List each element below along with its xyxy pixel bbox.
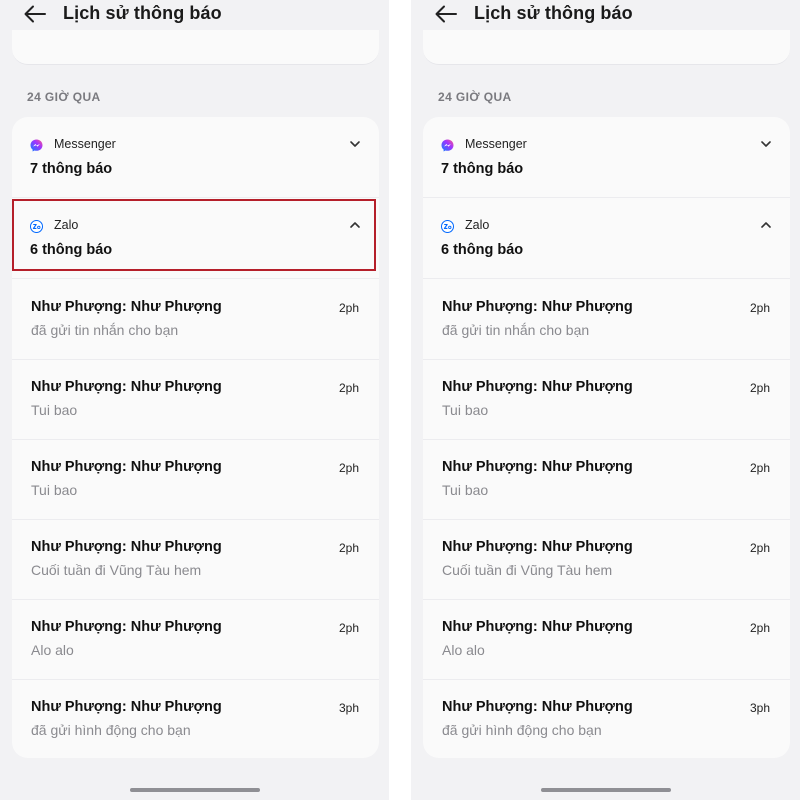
notification-time: 2ph: [749, 621, 770, 635]
header: Lịch sử thông báo: [0, 0, 389, 30]
notification-message: Tui bao: [442, 402, 489, 418]
notification-item[interactable]: Như Phượng: Như Phượng 2ph Alo alo: [12, 599, 379, 680]
home-indicator[interactable]: [540, 788, 671, 792]
notification-message: Cuối tuần đi Vũng Tàu hem: [31, 562, 202, 578]
notification-message: Cuối tuần đi Vũng Tàu hem: [442, 562, 613, 578]
notification-message: Alo alo: [442, 642, 485, 658]
notification-time: 2ph: [338, 301, 359, 315]
chevron-up-icon[interactable]: [349, 220, 361, 230]
notification-sender: Như Phượng: Như Phượng: [442, 299, 633, 315]
notification-sender: Như Phượng: Như Phượng: [31, 699, 222, 715]
notification-history-screen-left: Lịch sử thông báo 24 GIỜ QUA Messenger 7…: [0, 0, 389, 800]
notification-time: 3ph: [749, 701, 770, 715]
notification-message: đã gửi hình động cho bạn: [442, 722, 602, 738]
notification-card: Messenger 7 thông báo Zalo 6 thông báo N…: [12, 117, 379, 758]
app-name: Zalo: [54, 218, 79, 232]
previous-card: [423, 30, 790, 65]
notification-message: Tui bao: [31, 402, 78, 418]
notification-item[interactable]: Như Phượng: Như Phượng 3ph đã gửi hình đ…: [12, 679, 379, 758]
notification-message: Alo alo: [31, 642, 74, 658]
notification-message: đã gửi hình động cho bạn: [31, 722, 191, 738]
notification-item[interactable]: Như Phượng: Như Phượng 2ph Cuối tuần đi …: [12, 519, 379, 600]
app-group-messenger[interactable]: Messenger 7 thông báo: [423, 117, 790, 198]
notification-count: 6 thông báo: [441, 242, 524, 258]
arrow-left-icon[interactable]: [435, 5, 457, 23]
notification-item[interactable]: Như Phượng: Như Phượng 2ph Tui bao: [12, 439, 379, 520]
app-group-zalo[interactable]: Zalo 6 thông báo: [423, 198, 790, 279]
arrow-left-icon[interactable]: [24, 5, 46, 23]
app-group-zalo[interactable]: Zalo 6 thông báo: [12, 198, 379, 279]
notification-time: 2ph: [338, 541, 359, 555]
notification-item[interactable]: Như Phượng: Như Phượng 2ph Tui bao: [12, 359, 379, 440]
notification-history-screen-right: Lịch sử thông báo 24 GIỜ QUA Messenger 7…: [411, 0, 800, 800]
notification-sender: Như Phượng: Như Phượng: [442, 619, 633, 635]
messenger-icon: [30, 139, 43, 152]
notification-time: 2ph: [749, 541, 770, 555]
app-group-messenger[interactable]: Messenger 7 thông báo: [12, 117, 379, 198]
notification-item[interactable]: Như Phượng: Như Phượng 2ph Alo alo: [423, 599, 790, 680]
notification-sender: Như Phượng: Như Phượng: [31, 459, 222, 475]
messenger-icon: [441, 139, 454, 152]
notification-time: 3ph: [338, 701, 359, 715]
app-name: Zalo: [465, 218, 490, 232]
app-name: Messenger: [465, 137, 527, 151]
notification-count: 7 thông báo: [441, 161, 524, 177]
notification-message: đã gửi tin nhắn cho bạn: [442, 322, 590, 338]
notification-item[interactable]: Như Phượng: Như Phượng 2ph Tui bao: [423, 359, 790, 440]
chevron-down-icon[interactable]: [760, 139, 772, 149]
notification-time: 2ph: [338, 461, 359, 475]
app-name: Messenger: [54, 137, 116, 151]
header: Lịch sử thông báo: [411, 0, 800, 30]
notification-message: Tui bao: [31, 482, 78, 498]
notification-sender: Như Phượng: Như Phượng: [442, 379, 633, 395]
notification-sender: Như Phượng: Như Phượng: [442, 539, 633, 555]
notification-message: Tui bao: [442, 482, 489, 498]
notification-sender: Như Phượng: Như Phượng: [31, 379, 222, 395]
previous-card: [12, 30, 379, 65]
notification-sender: Như Phượng: Như Phượng: [442, 459, 633, 475]
zalo-icon: [30, 220, 43, 233]
notification-sender: Như Phượng: Như Phượng: [442, 699, 633, 715]
notification-item[interactable]: Như Phượng: Như Phượng 3ph đã gửi hình đ…: [423, 679, 790, 758]
chevron-up-icon[interactable]: [760, 220, 772, 230]
chevron-down-icon[interactable]: [349, 139, 361, 149]
notification-sender: Như Phượng: Như Phượng: [31, 619, 222, 635]
notification-sender: Như Phượng: Như Phượng: [31, 539, 222, 555]
notification-card: Messenger 7 thông báo Zalo 6 thông báo N…: [423, 117, 790, 758]
page-title: Lịch sử thông báo: [474, 3, 633, 23]
notification-time: 2ph: [749, 461, 770, 475]
notification-sender: Như Phượng: Như Phượng: [31, 299, 222, 315]
notification-item[interactable]: Như Phượng: Như Phượng 2ph Tui bao: [423, 439, 790, 520]
notification-time: 2ph: [749, 301, 770, 315]
page-title: Lịch sử thông báo: [63, 3, 222, 23]
notification-count: 7 thông báo: [30, 161, 113, 177]
notification-time: 2ph: [338, 621, 359, 635]
section-label: 24 GIỜ QUA: [438, 90, 512, 104]
notification-time: 2ph: [338, 381, 359, 395]
section-label: 24 GIỜ QUA: [27, 90, 101, 104]
home-indicator[interactable]: [129, 788, 260, 792]
notification-count: 6 thông báo: [30, 242, 113, 258]
zalo-icon: [441, 220, 454, 233]
notification-item[interactable]: Như Phượng: Như Phượng 2ph Cuối tuần đi …: [423, 519, 790, 600]
notification-item[interactable]: Như Phượng: Như Phượng 2ph đã gửi tin nh…: [423, 279, 790, 360]
notification-message: đã gửi tin nhắn cho bạn: [31, 322, 179, 338]
notification-time: 2ph: [749, 381, 770, 395]
notification-item[interactable]: Như Phượng: Như Phượng 2ph đã gửi tin nh…: [12, 279, 379, 360]
